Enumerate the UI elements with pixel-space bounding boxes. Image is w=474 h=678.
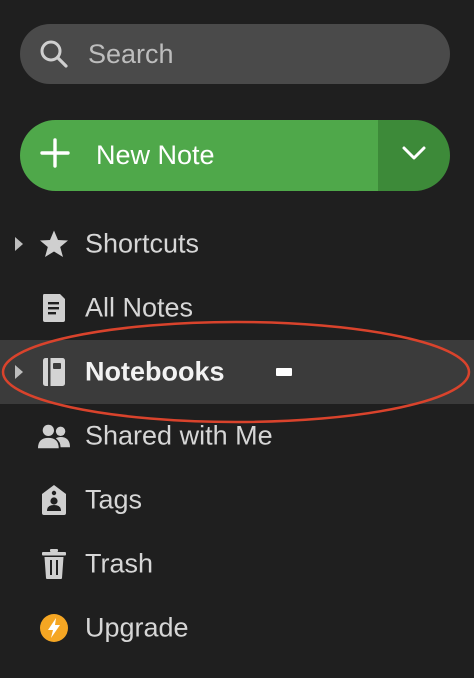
- search-bar[interactable]: [20, 24, 450, 84]
- lightning-icon: [38, 612, 70, 644]
- sidebar-item-upgrade[interactable]: Upgrade: [0, 596, 474, 660]
- sidebar-item-trash[interactable]: Trash: [0, 532, 474, 596]
- tag-icon: [38, 484, 70, 516]
- sidebar-item-label: All Notes: [85, 292, 194, 323]
- notebook-icon: [38, 356, 70, 388]
- sidebar-item-label: Upgrade: [85, 612, 189, 643]
- sidebar-item-label: Trash: [85, 548, 154, 579]
- sidebar-item-label: Shortcuts: [85, 228, 200, 259]
- chevron-down-icon: [401, 145, 427, 166]
- new-note-dropdown-button[interactable]: [378, 120, 450, 191]
- expand-arrow-icon[interactable]: [14, 365, 24, 379]
- sidebar-item-label: Notebooks: [85, 356, 225, 387]
- sidebar-item-label: Tags: [85, 484, 143, 515]
- note-icon: [38, 292, 70, 324]
- expand-arrow-icon[interactable]: [14, 237, 24, 251]
- sidebar-item-tags[interactable]: Tags: [0, 468, 474, 532]
- sidebar-nav: Shortcuts All Notes Notebooks Shared wit…: [0, 212, 474, 660]
- sidebar-item-all-notes[interactable]: All Notes: [0, 276, 474, 340]
- notebook-action-button[interactable]: [276, 368, 292, 376]
- plus-icon: [40, 138, 70, 173]
- new-note-button[interactable]: New Note: [20, 120, 378, 191]
- search-input[interactable]: [86, 37, 430, 71]
- search-icon: [38, 38, 70, 70]
- people-icon: [38, 420, 70, 452]
- trash-icon: [38, 548, 70, 580]
- sidebar-item-notebooks[interactable]: Notebooks: [0, 340, 474, 404]
- new-note-label: New Note: [96, 140, 215, 170]
- new-note-split-button: New Note: [20, 120, 450, 191]
- sidebar-item-shortcuts[interactable]: Shortcuts: [0, 212, 474, 276]
- sidebar-item-shared-with-me[interactable]: Shared with Me: [0, 404, 474, 468]
- sidebar-item-label: Shared with Me: [85, 420, 273, 451]
- star-icon: [38, 228, 70, 260]
